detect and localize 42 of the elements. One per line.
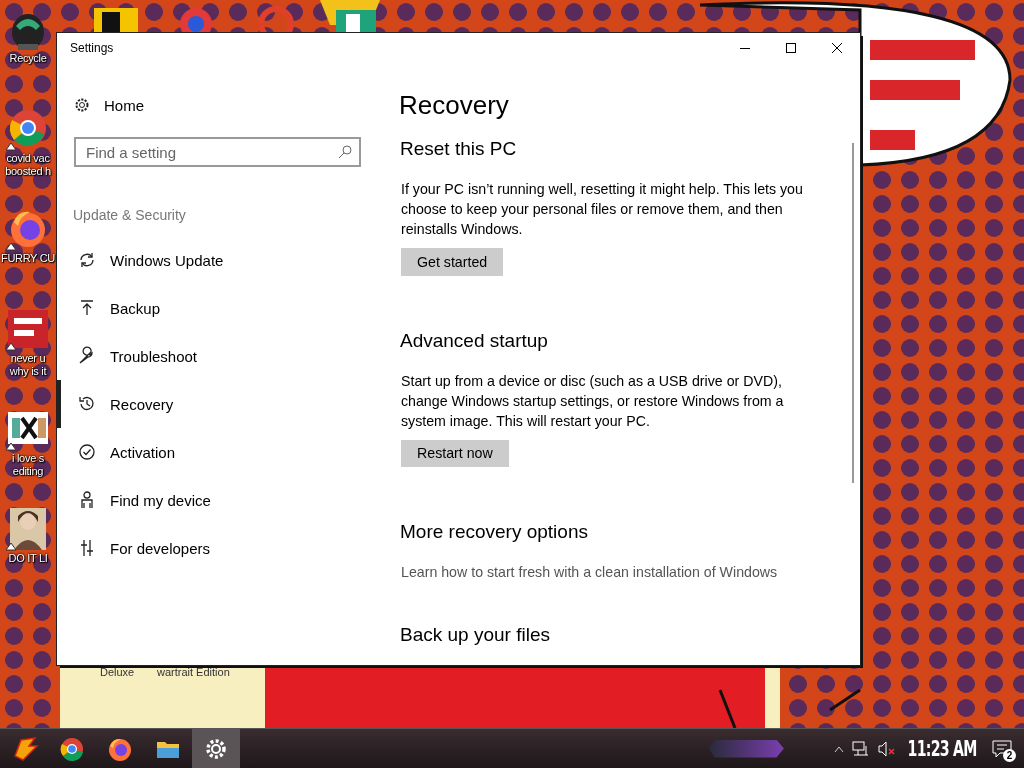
home-link[interactable]: Home: [74, 90, 150, 120]
search-field[interactable]: Find a setting: [74, 137, 361, 167]
sidebar-item[interactable]: Backup: [57, 284, 357, 332]
search-icon: [338, 145, 352, 159]
sidebar-item[interactable]: Troubleshoot: [57, 332, 357, 380]
scrollbar[interactable]: [852, 143, 854, 483]
page-title: Recovery: [399, 89, 509, 122]
icon-label: boosted h: [5, 165, 51, 178]
icon-label: i love s: [12, 452, 44, 465]
sidebar-item[interactable]: Find my device: [57, 476, 357, 524]
section-heading: Update & Security: [73, 207, 187, 225]
caret-icon[interactable]: [833, 744, 844, 753]
help-link[interactable]: Learn how to start fresh with a clean installation of Windows: [401, 562, 778, 582]
description-text: Start up from a device or disc (such as a USB drive or DVD), change Windows startup settings, or restore Windows from a system image. This will restart your PC.: [401, 371, 785, 431]
notification-badge: 2: [1003, 748, 1016, 762]
sidebar-item[interactable]: Windows Update: [57, 236, 357, 284]
section-heading: More recovery options: [400, 520, 588, 544]
icon-label: never u: [10, 352, 46, 365]
icon-label: Deluxe: [100, 666, 135, 678]
network-icon[interactable]: [851, 740, 870, 757]
sidebar-item[interactable]: For developers: [57, 524, 357, 572]
action-button[interactable]: Restart now: [401, 439, 509, 467]
section-heading: Reset this PC: [400, 137, 517, 161]
message-icon: [992, 739, 1012, 758]
muted-speaker-icon[interactable]: [877, 740, 896, 757]
icon-label: wartrait Edition: [157, 666, 230, 678]
sidebar-item[interactable]: Recovery: [57, 380, 357, 428]
notification-button[interactable]: 2: [988, 734, 1016, 763]
section-heading: Advanced startup: [400, 328, 548, 353]
close-icon: [831, 42, 843, 54]
icon-label: FURRY CU: [0, 252, 55, 265]
check-circle-icon: [77, 442, 97, 462]
action-button[interactable]: Get started: [401, 248, 504, 276]
description-text: If your PC isn’t running well, resetting it might help. This lets you choose to keep your personal files or remove them, and then reinstalls Windows.: [401, 180, 804, 239]
settings-icon: [74, 97, 90, 113]
taskbar-app[interactable]: [192, 729, 240, 768]
refresh-icon: [77, 250, 97, 270]
sidebar-item[interactable]: Activation: [57, 428, 357, 476]
maximize-icon: [785, 42, 797, 54]
clock[interactable]: 11:23 AM: [907, 736, 977, 761]
window-title: Settings: [70, 41, 115, 55]
section-heading: Back up your files: [400, 623, 550, 647]
